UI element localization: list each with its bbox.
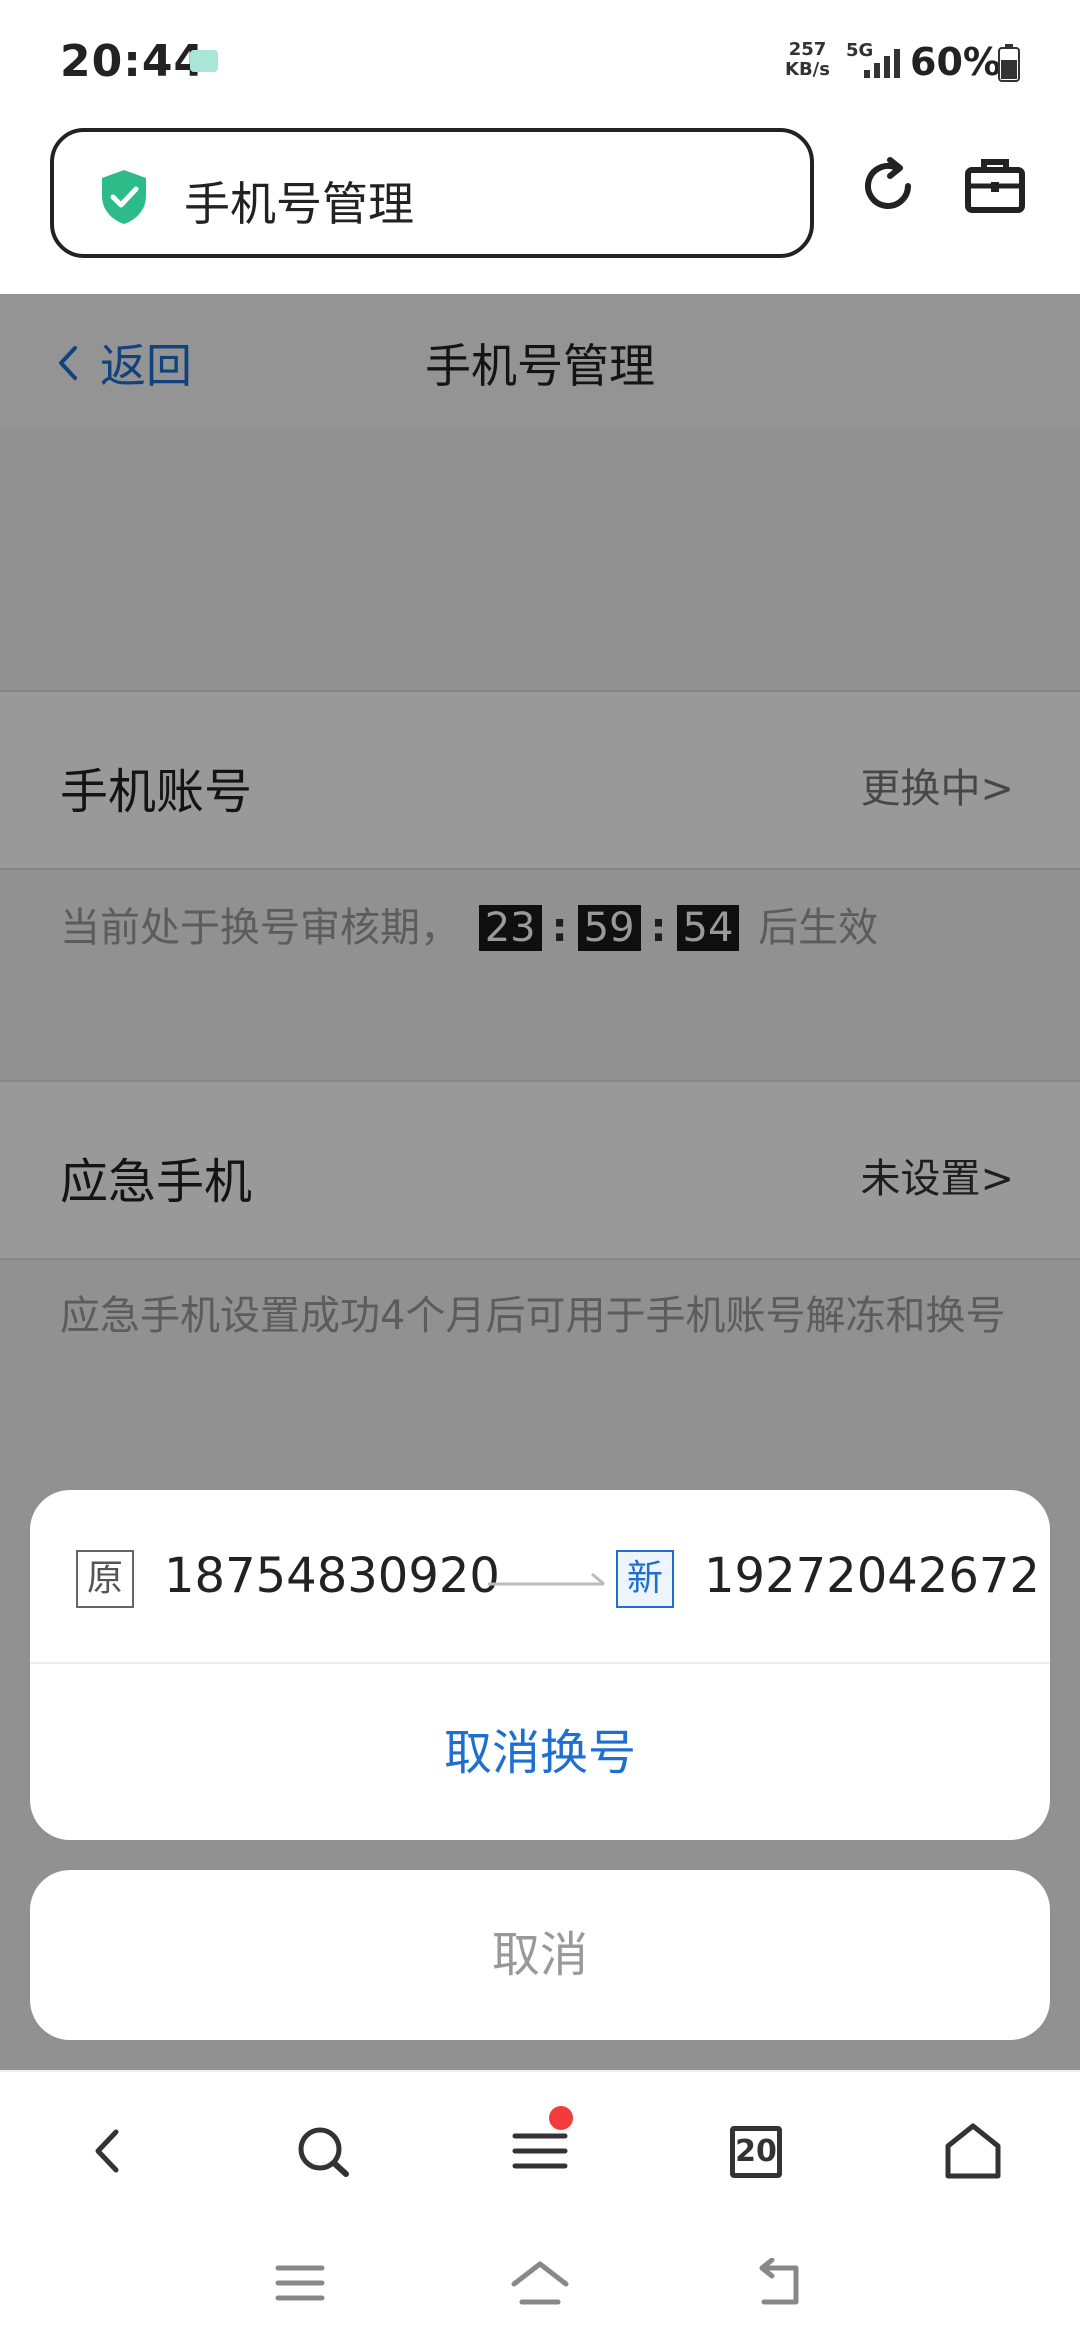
system-home-icon[interactable] — [510, 2258, 570, 2308]
notification-dot — [549, 2106, 573, 2130]
battery-icon — [998, 44, 1020, 82]
cancel-number-change-button[interactable]: 取消换号 — [30, 1666, 1050, 1840]
toolbox-icon[interactable] — [964, 156, 1026, 216]
tabs-button[interactable]: 20 — [722, 2116, 792, 2186]
search-icon[interactable] — [288, 2116, 358, 2186]
shield-check-icon — [102, 170, 146, 224]
status-bar: 20:44 257 KB/s 5G 60% — [0, 0, 1080, 122]
notification-app-icon — [190, 50, 218, 72]
net-speed: 257 KB/s — [785, 40, 830, 80]
system-navigation-bar — [0, 2220, 1080, 2344]
browser-bottom-bar: 20 — [0, 2070, 1080, 2220]
url-title: 手机号管理 — [184, 177, 414, 231]
back-icon[interactable] — [72, 2116, 142, 2186]
battery-percent: 60% — [910, 40, 1001, 84]
old-number-tag: 原 — [76, 1550, 134, 1608]
recents-icon[interactable] — [274, 2258, 326, 2308]
refresh-icon[interactable] — [856, 154, 920, 218]
number-change-info: 原 18754830920 新 19272042672 — [30, 1490, 1050, 1664]
net-speed-value: 257 — [788, 39, 827, 60]
browser-address-bar: 手机号管理 — [0, 122, 1080, 294]
status-time: 20:44 — [60, 36, 206, 87]
arrow-right-icon — [488, 1572, 605, 1586]
system-back-icon[interactable] — [752, 2258, 808, 2308]
net-speed-unit: KB/s — [785, 59, 830, 80]
signal-icon — [864, 49, 900, 78]
home-icon[interactable] — [938, 2116, 1008, 2186]
old-number: 18754830920 — [164, 1548, 500, 1604]
tabs-icon: 20 — [730, 2126, 782, 2178]
url-box[interactable]: 手机号管理 — [50, 128, 814, 258]
action-sheet: 原 18754830920 新 19272042672 取消换号 — [30, 1490, 1050, 1840]
cancel-button[interactable]: 取消 — [30, 1870, 1050, 2040]
menu-button[interactable] — [505, 2106, 575, 2186]
new-number: 19272042672 — [704, 1548, 1040, 1604]
new-number-tag: 新 — [616, 1550, 674, 1608]
